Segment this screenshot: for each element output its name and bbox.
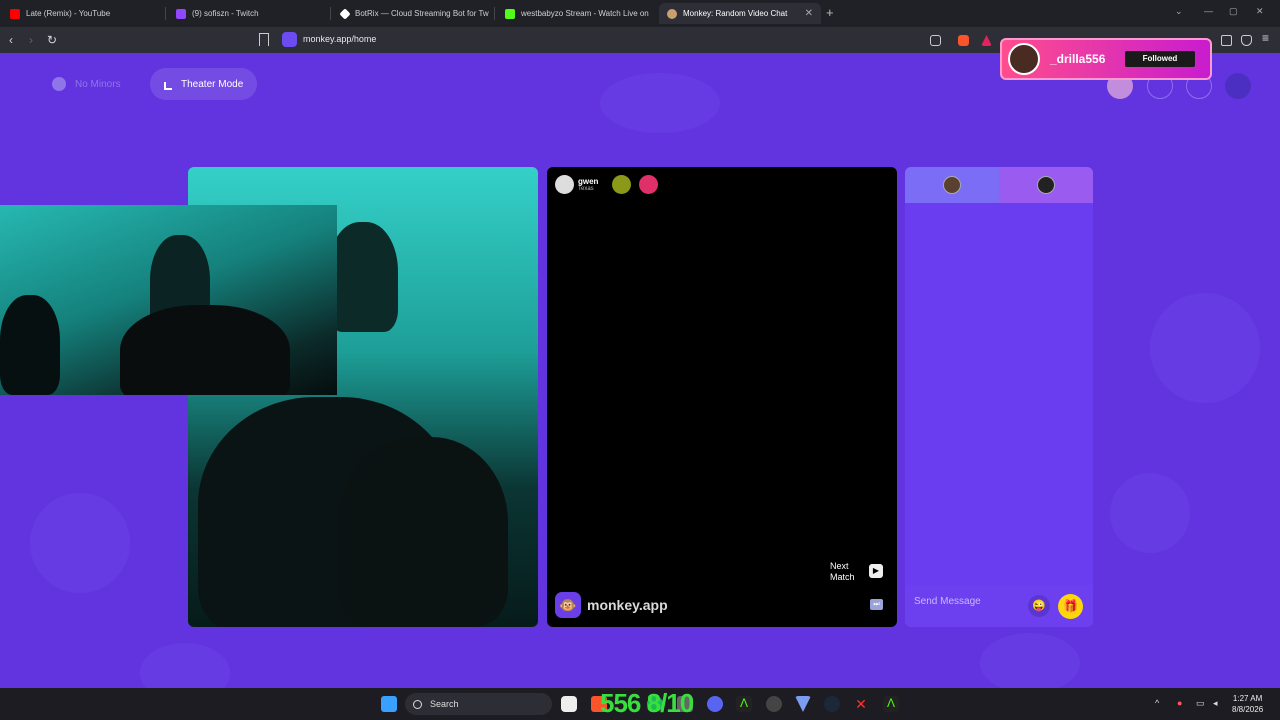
streamer-webcam-overlay: [0, 205, 337, 395]
tab-kick[interactable]: westbabyzo Stream - Watch Live on: [497, 3, 657, 24]
theater-mode-label: Theater Mode: [181, 78, 244, 90]
follow-notification: _drilla556 Followed: [1000, 38, 1212, 80]
profile-avatar[interactable]: [1225, 73, 1251, 99]
bookmark-icon[interactable]: [259, 33, 269, 46]
self-avatar: [943, 176, 961, 194]
brave-shields-icon[interactable]: [958, 35, 969, 46]
tab-youtube[interactable]: Late (Remix) - YouTube: [2, 3, 165, 24]
vpn-icon[interactable]: [795, 696, 811, 712]
extensions-icon[interactable]: [1221, 35, 1232, 46]
botrix-icon: [339, 7, 351, 20]
back-icon[interactable]: ‹: [9, 33, 13, 47]
emoji-button[interactable]: 😜: [1028, 595, 1050, 617]
kick-app-icon[interactable]: Λ: [883, 696, 899, 712]
browser-tab-bar: Late (Remix) - YouTube (9) sofiszn - Twi…: [0, 0, 1280, 27]
task-view-icon[interactable]: [561, 696, 577, 712]
youtube-icon: [10, 8, 20, 19]
clock-date: 8/8/2026: [1232, 705, 1264, 714]
next-match-button[interactable]: ▶: [869, 564, 883, 578]
brave-rewards-icon[interactable]: [981, 35, 992, 46]
search-icon: [413, 699, 422, 709]
microphone-icon[interactable]: ●: [1177, 698, 1182, 708]
reload-icon[interactable]: ↻: [47, 33, 57, 47]
volume-icon[interactable]: ◂: [1213, 698, 1218, 709]
followed-badge: Followed: [1125, 51, 1195, 67]
follower-username: _drilla556: [1050, 52, 1106, 66]
url-field[interactable]: monkey.app/home: [303, 34, 376, 44]
kick-icon: [505, 8, 515, 19]
match-username: gwen: [578, 177, 599, 186]
tab-botrix[interactable]: BotRix — Cloud Streaming Bot for Tw: [333, 3, 493, 24]
stream-goal-counter: 556 8/10: [600, 688, 694, 718]
clock-time: 1:27 AM: [1232, 694, 1263, 703]
maximize-icon[interactable]: ▢: [1229, 6, 1238, 17]
no-minors-label: No Minors: [75, 78, 121, 90]
tab-title: Late (Remix) - YouTube: [26, 9, 111, 18]
system-clock[interactable]: 1:27 AM 8/8/2026: [1232, 693, 1263, 715]
expand-icon: [164, 82, 172, 90]
discord-icon[interactable]: [707, 696, 723, 712]
menu-icon[interactable]: ≡: [1262, 31, 1269, 45]
search-label: Search: [430, 699, 459, 709]
close-window-icon[interactable]: ✕: [1256, 6, 1264, 17]
follower-avatar: [1008, 43, 1040, 75]
chat-tab-match[interactable]: [999, 167, 1093, 203]
tab-title: Monkey: Random Video Chat: [683, 9, 788, 18]
tab-title: westbabyzo Stream - Watch Live on: [521, 9, 649, 18]
chat-tabs: [905, 167, 1093, 203]
heart-badge-icon: [612, 175, 632, 194]
tab-monkey[interactable]: Monkey: Random Video Chat ✕: [659, 3, 821, 24]
cast-icon[interactable]: [930, 35, 941, 46]
windows-start-icon[interactable]: [381, 696, 397, 712]
twitch-icon: [176, 8, 186, 19]
message-input[interactable]: Send Message: [914, 596, 981, 607]
close-app-icon[interactable]: ✕: [853, 696, 869, 712]
chat-panel: Send Message 😜 🎁: [905, 167, 1093, 627]
send-message-row: Send Message 😜 🎁: [905, 585, 1093, 627]
brand-name: monkey.app: [587, 597, 668, 613]
theater-mode-button[interactable]: Theater Mode: [150, 68, 258, 100]
monkey-brand: 🐵 monkey.app: [555, 592, 668, 618]
close-tab-icon[interactable]: ✕: [797, 8, 813, 19]
windows-taskbar: Search Λ ✕ Λ 556 8/10 ^ ● ▭ ◂ 1:27 AM 8/…: [0, 688, 1280, 720]
match-avatar: [555, 175, 574, 194]
gift-button[interactable]: 🎁: [1058, 594, 1083, 619]
obs-icon[interactable]: [766, 696, 782, 712]
chat-tab-self[interactable]: [905, 167, 999, 203]
new-tab-button[interactable]: +: [826, 5, 834, 20]
match-video: gwen Texas Next Match ▶ ⏭ 🐵 monkey.app: [547, 167, 897, 627]
kick-taskbar-icon[interactable]: Λ: [736, 696, 752, 712]
skip-icon[interactable]: ⏭: [870, 599, 883, 610]
tab-search-icon[interactable]: ⌄: [1175, 6, 1183, 17]
minimize-icon[interactable]: —: [1204, 6, 1213, 16]
monkey-logo-icon: 🐵: [555, 592, 581, 618]
tab-title: BotRix — Cloud Streaming Bot for Tw: [355, 9, 489, 18]
network-icon[interactable]: ▭: [1196, 698, 1205, 709]
next-match-label[interactable]: Next Match: [830, 561, 855, 583]
tab-twitch[interactable]: (9) sofiszn - Twitch: [168, 3, 328, 24]
monkey-icon: [667, 8, 677, 19]
crown-badge-icon: [639, 175, 659, 194]
tab-title: (9) sofiszn - Twitch: [192, 9, 259, 18]
tray-overflow-icon[interactable]: ^: [1155, 698, 1159, 708]
site-info-icon[interactable]: [282, 32, 297, 47]
steam-icon[interactable]: [824, 696, 840, 712]
taskbar-search[interactable]: Search: [405, 693, 552, 715]
match-location: Texas: [578, 186, 594, 192]
no-minors-toggle[interactable]: No Minors: [38, 68, 135, 100]
match-avatar: [1037, 176, 1055, 194]
match-user-info[interactable]: gwen Texas: [555, 175, 659, 194]
forward-icon[interactable]: ›: [29, 33, 33, 47]
vpn-shield-icon[interactable]: [1241, 35, 1252, 46]
toggle-icon: [52, 77, 66, 91]
